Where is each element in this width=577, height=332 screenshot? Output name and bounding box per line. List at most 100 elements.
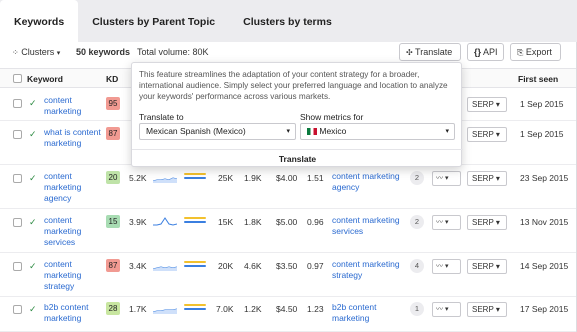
trend-dropdown[interactable]: 〰 ▾ [432,259,461,274]
translate-to-label: Translate to [139,112,184,122]
cpc-value: $3.50 [276,261,298,271]
check-icon: ✓ [29,261,37,271]
check-icon: ✓ [29,217,37,227]
translate-to-select[interactable]: Mexican Spanish (Mexico) ▾ [139,123,296,140]
volume-value: 15K [218,217,234,227]
sparkline-chart [153,308,177,314]
trend-icon: 〰 ▾ [436,219,449,226]
parent-topic-count: 1 [410,302,424,316]
intent-bars [184,173,206,183]
show-metrics-value: Mexico [319,126,347,136]
column-header-keyword[interactable]: Keyword [27,74,63,84]
translate-button[interactable]: ✣ Translate [399,43,461,61]
traffic-value: 3.9K [129,217,147,227]
tab-clusters-by-parent-topic[interactable]: Clusters by Parent Topic [78,0,229,42]
kd-badge: 15 [106,215,120,228]
volume-value: 7.0K [216,304,234,314]
keyword-link[interactable]: content marketing services [44,215,106,248]
serp-button[interactable]: SERP ▾ [467,215,507,230]
kd-badge: 87 [106,259,120,272]
total-volume: Total volume: 80K [137,47,209,57]
intent-bars [184,261,206,271]
first-seen-date: 17 Sep 2015 [520,304,569,314]
translate-to-value: Mexican Spanish (Mexico) [146,126,246,136]
parent-topic-link[interactable]: content marketing services [332,215,406,237]
tab-keywords[interactable]: Keywords [0,0,79,42]
sparkline-chart [153,266,177,271]
traffic-value: 3.4K [129,261,147,271]
translate-icon: ✣ [406,48,413,57]
clicks-value: 1.9K [244,173,262,183]
parent-topic-link[interactable]: content marketing strategy [332,259,406,281]
row-checkbox[interactable] [13,174,22,183]
select-all-checkbox[interactable] [13,74,22,83]
serp-button[interactable]: SERP ▾ [467,259,507,274]
keyword-link[interactable]: content marketing strategy [44,259,106,292]
clicks-value: 1.2K [244,304,262,314]
parent-topic-count: 2 [410,171,424,185]
cpc-value: $4.50 [276,304,298,314]
keyword-link[interactable]: content marketing agency [44,171,106,204]
traffic-value: 5.2K [129,173,147,183]
show-metrics-select[interactable]: Mexico ▾ [300,123,455,140]
serp-label: SERP [472,218,494,227]
table-row: ✓ b2b content marketing 28 1.7K 7.0K 1.2… [0,297,577,332]
kd-badge: 87 [106,127,120,140]
serp-label: SERP [472,305,494,314]
trend-dropdown[interactable]: 〰 ▾ [432,215,461,230]
serp-label: SERP [472,174,494,183]
clusters-label: Clusters [21,47,55,57]
kd-badge: 95 [106,97,120,110]
row-checkbox[interactable] [13,262,22,271]
first-seen-date: 1 Sep 2015 [520,99,564,109]
parent-topic-count: 2 [410,215,424,229]
chevron-down-icon: ▾ [56,50,61,57]
column-header-kd[interactable]: KD [106,74,118,84]
parent-topic-link[interactable]: b2b content marketing [332,302,406,324]
mexico-flag-icon [307,128,317,135]
show-metrics-label: Show metrics for [300,112,364,122]
row-checkbox[interactable] [13,218,22,227]
parent-topic-link[interactable]: content marketing agency [332,171,406,193]
trend-icon: 〰 ▾ [436,263,449,270]
keyword-link[interactable]: b2b content marketing [44,302,106,324]
clusters-dropdown[interactable]: ⁘ Clusters ▾ [12,47,60,57]
check-icon: ✓ [29,129,37,139]
parent-topic-count: 4 [410,259,424,273]
trend-dropdown[interactable]: 〰 ▾ [432,302,461,317]
kd-badge: 28 [106,302,120,315]
keyword-link[interactable]: what is content marketing [44,127,106,149]
api-button[interactable]: {} API [467,43,504,61]
row-checkbox[interactable] [13,99,22,108]
first-seen-date: 13 Nov 2015 [520,217,569,227]
export-button[interactable]: ⎘ Export [510,43,561,61]
sparkline-chart [153,177,177,183]
trend-icon: 〰 ▾ [436,175,449,182]
intent-bars [184,304,206,314]
serp-button[interactable]: SERP ▾ [467,302,507,317]
row-checkbox[interactable] [13,130,22,139]
serp-button[interactable]: SERP ▾ [467,97,507,112]
serp-label: SERP [472,100,494,109]
column-header-first-seen[interactable]: First seen [518,74,558,84]
toolbar: ⁘ Clusters ▾ 50 keywords Total volume: 8… [0,42,577,64]
keyword-link[interactable]: content marketing [44,95,106,117]
translate-description: This feature streamlines the adaptation … [139,70,448,101]
serp-button[interactable]: SERP ▾ [467,171,507,186]
translate-confirm-button[interactable]: Translate [132,149,463,168]
row-checkbox[interactable] [13,305,22,314]
code-icon: {} [474,47,482,57]
tab-clusters-by-terms[interactable]: Clusters by terms [229,0,346,42]
clusters-icon: ⁘ [12,48,19,57]
kd-badge: 20 [106,171,120,184]
clicks-value: 4.6K [244,261,262,271]
chevron-down-icon: ▾ [286,128,290,135]
serp-button[interactable]: SERP ▾ [467,127,507,142]
clicks-value: 1.8K [244,217,262,227]
cps-value: 1.23 [307,304,324,314]
traffic-value: 1.7K [129,304,147,314]
trend-dropdown[interactable]: 〰 ▾ [432,171,461,186]
check-icon: ✓ [29,304,37,314]
cps-value: 1.51 [307,173,324,183]
table-row: ✓ content marketing services 15 3.9K 15K… [0,209,577,253]
